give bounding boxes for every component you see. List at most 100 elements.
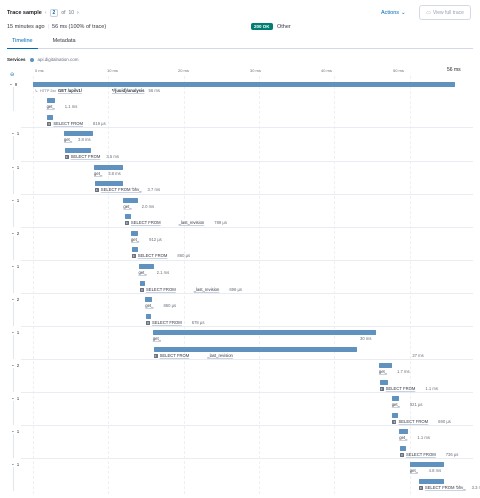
span-duration: 3.5 ms: [106, 154, 119, 159]
span-label[interactable]: ≡ SELECT FROM _last_revision 696 µs: [140, 287, 242, 292]
span-label[interactable]: get_ 1.1 ms: [399, 435, 430, 440]
span-label[interactable]: ≡ SELECT FROM 1.1 ms: [379, 386, 438, 391]
span-group-count: 1: [16, 329, 20, 335]
span-bar[interactable]: [63, 131, 93, 136]
db-span-bar[interactable]: [124, 214, 131, 219]
time-ago: 15 minutes ago: [7, 24, 45, 30]
span-label[interactable]: ≡SELECT FROM 'bhv_ 3.3 ms: [418, 485, 480, 490]
axis-end-label: 56 ms: [447, 67, 461, 73]
span-label[interactable]: get_ 1.1 ms: [47, 104, 78, 109]
span-label[interactable]: ≡ SELECT FROM 'bhv_ 3.7 ms: [94, 187, 160, 192]
db-span-bar[interactable]: [47, 115, 54, 120]
group-connector: [13, 203, 14, 227]
span-group-count: 1: [16, 395, 20, 401]
span-label[interactable]: ≡ SELECT FROM 860 µs: [131, 253, 190, 258]
axis-tick: 10 ms: [107, 68, 118, 73]
span-duration: 3.3 ms: [471, 485, 480, 490]
span-label[interactable]: ≡ SELECT FROM 678 µs: [146, 320, 204, 325]
db-span-bar[interactable]: [392, 413, 398, 418]
db-span-bar[interactable]: [64, 148, 92, 153]
span-label[interactable]: ≡ SELECT FROM 3.5 ms: [64, 154, 119, 159]
span-label[interactable]: get_ 30 ms: [153, 336, 372, 341]
span-bar[interactable]: [391, 396, 399, 401]
db-span-bar[interactable]: [146, 314, 152, 319]
span-group-count: 9: [14, 81, 18, 87]
span-duration: 1.1 ms: [64, 104, 78, 109]
actions-label: Actions: [381, 10, 400, 16]
span-label[interactable]: get_ 912 µs: [131, 237, 162, 242]
prev-sample-icon[interactable]: ‹: [45, 10, 47, 16]
db-span-bar[interactable]: [418, 479, 444, 484]
span-label[interactable]: get_ 3.8 ms: [94, 171, 121, 176]
span-bar[interactable]: [94, 165, 123, 170]
database-icon: ≡: [131, 253, 136, 258]
row-separator: [21, 127, 473, 128]
span-label[interactable]: get_ 2.1 ms: [139, 270, 170, 275]
tab-metadata[interactable]: Metadata: [48, 37, 81, 49]
span-bar[interactable]: [145, 297, 152, 302]
service-color-dot: [29, 57, 34, 62]
group-connector: [13, 136, 14, 160]
pager-current[interactable]: 2: [49, 9, 59, 17]
tab-timeline[interactable]: Timeline: [7, 37, 38, 49]
waterfall: ⌄ 9 ⌄ 1 ⌄ 1 ⌄ 1 ⌄ 2 ⌄ 1 ⌄ 2 ⌄ 1 ⌄ 2 ⌄ 1 ⌄ 1 ⌄ 1 ↳ HTTP 2xx GET /ap…: [7, 78, 480, 494]
span-label[interactable]: ↳ HTTP 2xx GET /api/v1/ */{uuid}/analysis 56…: [35, 88, 160, 93]
span-name: get_: [94, 171, 103, 176]
span-label[interactable]: get_ 4.8 ms: [410, 468, 441, 473]
span-label[interactable]: ≡ SELECT FROM 736 µs: [399, 452, 459, 457]
database-icon: ≡: [153, 353, 158, 358]
db-span-bar[interactable]: [153, 347, 358, 352]
span-bar[interactable]: [123, 198, 139, 203]
span-label[interactable]: ≡ SELECT FROM _last_revision 789 µs: [124, 220, 227, 225]
span-bar[interactable]: [378, 363, 392, 368]
db-span-bar[interactable]: [131, 247, 139, 252]
span-label[interactable]: get_ 1.7 ms: [379, 369, 410, 374]
span-label[interactable]: get_ 2.0 ms: [123, 204, 154, 209]
db-span-bar[interactable]: [140, 281, 146, 286]
span-bar[interactable]: [152, 330, 376, 335]
span-label[interactable]: ≡ SELECT FROM 819 µs: [47, 121, 106, 126]
http-method-badge: HTTP 2xx: [40, 88, 56, 93]
span-group-count: 2: [16, 230, 20, 236]
span-label[interactable]: get_ 921 µs: [392, 402, 423, 407]
db-span-bar[interactable]: [379, 380, 388, 385]
span-name: get_: [409, 468, 418, 473]
pager-of: of: [61, 10, 66, 16]
view-full-trace-button[interactable]: ▭ View full trace: [419, 5, 471, 20]
trace-sample-header: Trace sample ‹ 2 of 10 ›: [7, 9, 79, 17]
span-bar[interactable]: [409, 462, 445, 467]
db-span-bar[interactable]: [94, 181, 123, 186]
span-name: SELECT FROM: [405, 452, 436, 457]
span-label[interactable]: ≡ SELECT FROM 690 µs: [392, 419, 451, 424]
axis-tick: 0 ms: [35, 68, 44, 73]
row-separator: [21, 392, 473, 393]
span-group-count: 1: [16, 461, 20, 467]
span-bar[interactable]: [138, 264, 155, 269]
span-name: SELECT FROM 'bhv_: [424, 485, 466, 490]
span-duration: 2.1 ms: [156, 270, 170, 275]
span-duration: 736 µs: [445, 452, 459, 457]
span-name-table: _last_revision: [207, 353, 233, 358]
span-group-count: 2: [16, 362, 20, 368]
span-name: get_: [46, 104, 55, 109]
span-name-path: */{uuid}/analysis: [111, 88, 145, 93]
span-name: SELECT FROM: [146, 287, 176, 292]
span-label[interactable]: ≡ SELECT FROM _last_revision 27 ms: [153, 353, 424, 358]
span-duration: 1.1 ms: [417, 435, 430, 440]
actions-menu-button[interactable]: Actions ⌄: [381, 10, 406, 16]
database-icon: ≡: [94, 187, 99, 192]
span-label[interactable]: get_ 860 µs: [145, 303, 176, 308]
span-bar[interactable]: [130, 231, 138, 236]
span-name: get_: [391, 402, 400, 407]
db-span-bar[interactable]: [399, 446, 406, 451]
span-name: SELECT FROM: [70, 154, 101, 159]
next-sample-icon[interactable]: ›: [77, 10, 79, 16]
span-bar[interactable]: [46, 98, 55, 103]
span-bar[interactable]: [33, 82, 455, 87]
span-duration: 27 ms: [412, 353, 424, 358]
group-connector: [13, 368, 14, 392]
span-bar[interactable]: [399, 429, 408, 434]
span-name: SELECT FROM: [152, 320, 182, 325]
span-name: SELECT FROM 'bhv_: [100, 187, 142, 192]
span-label[interactable]: get_ 3.8 ms: [64, 137, 91, 142]
